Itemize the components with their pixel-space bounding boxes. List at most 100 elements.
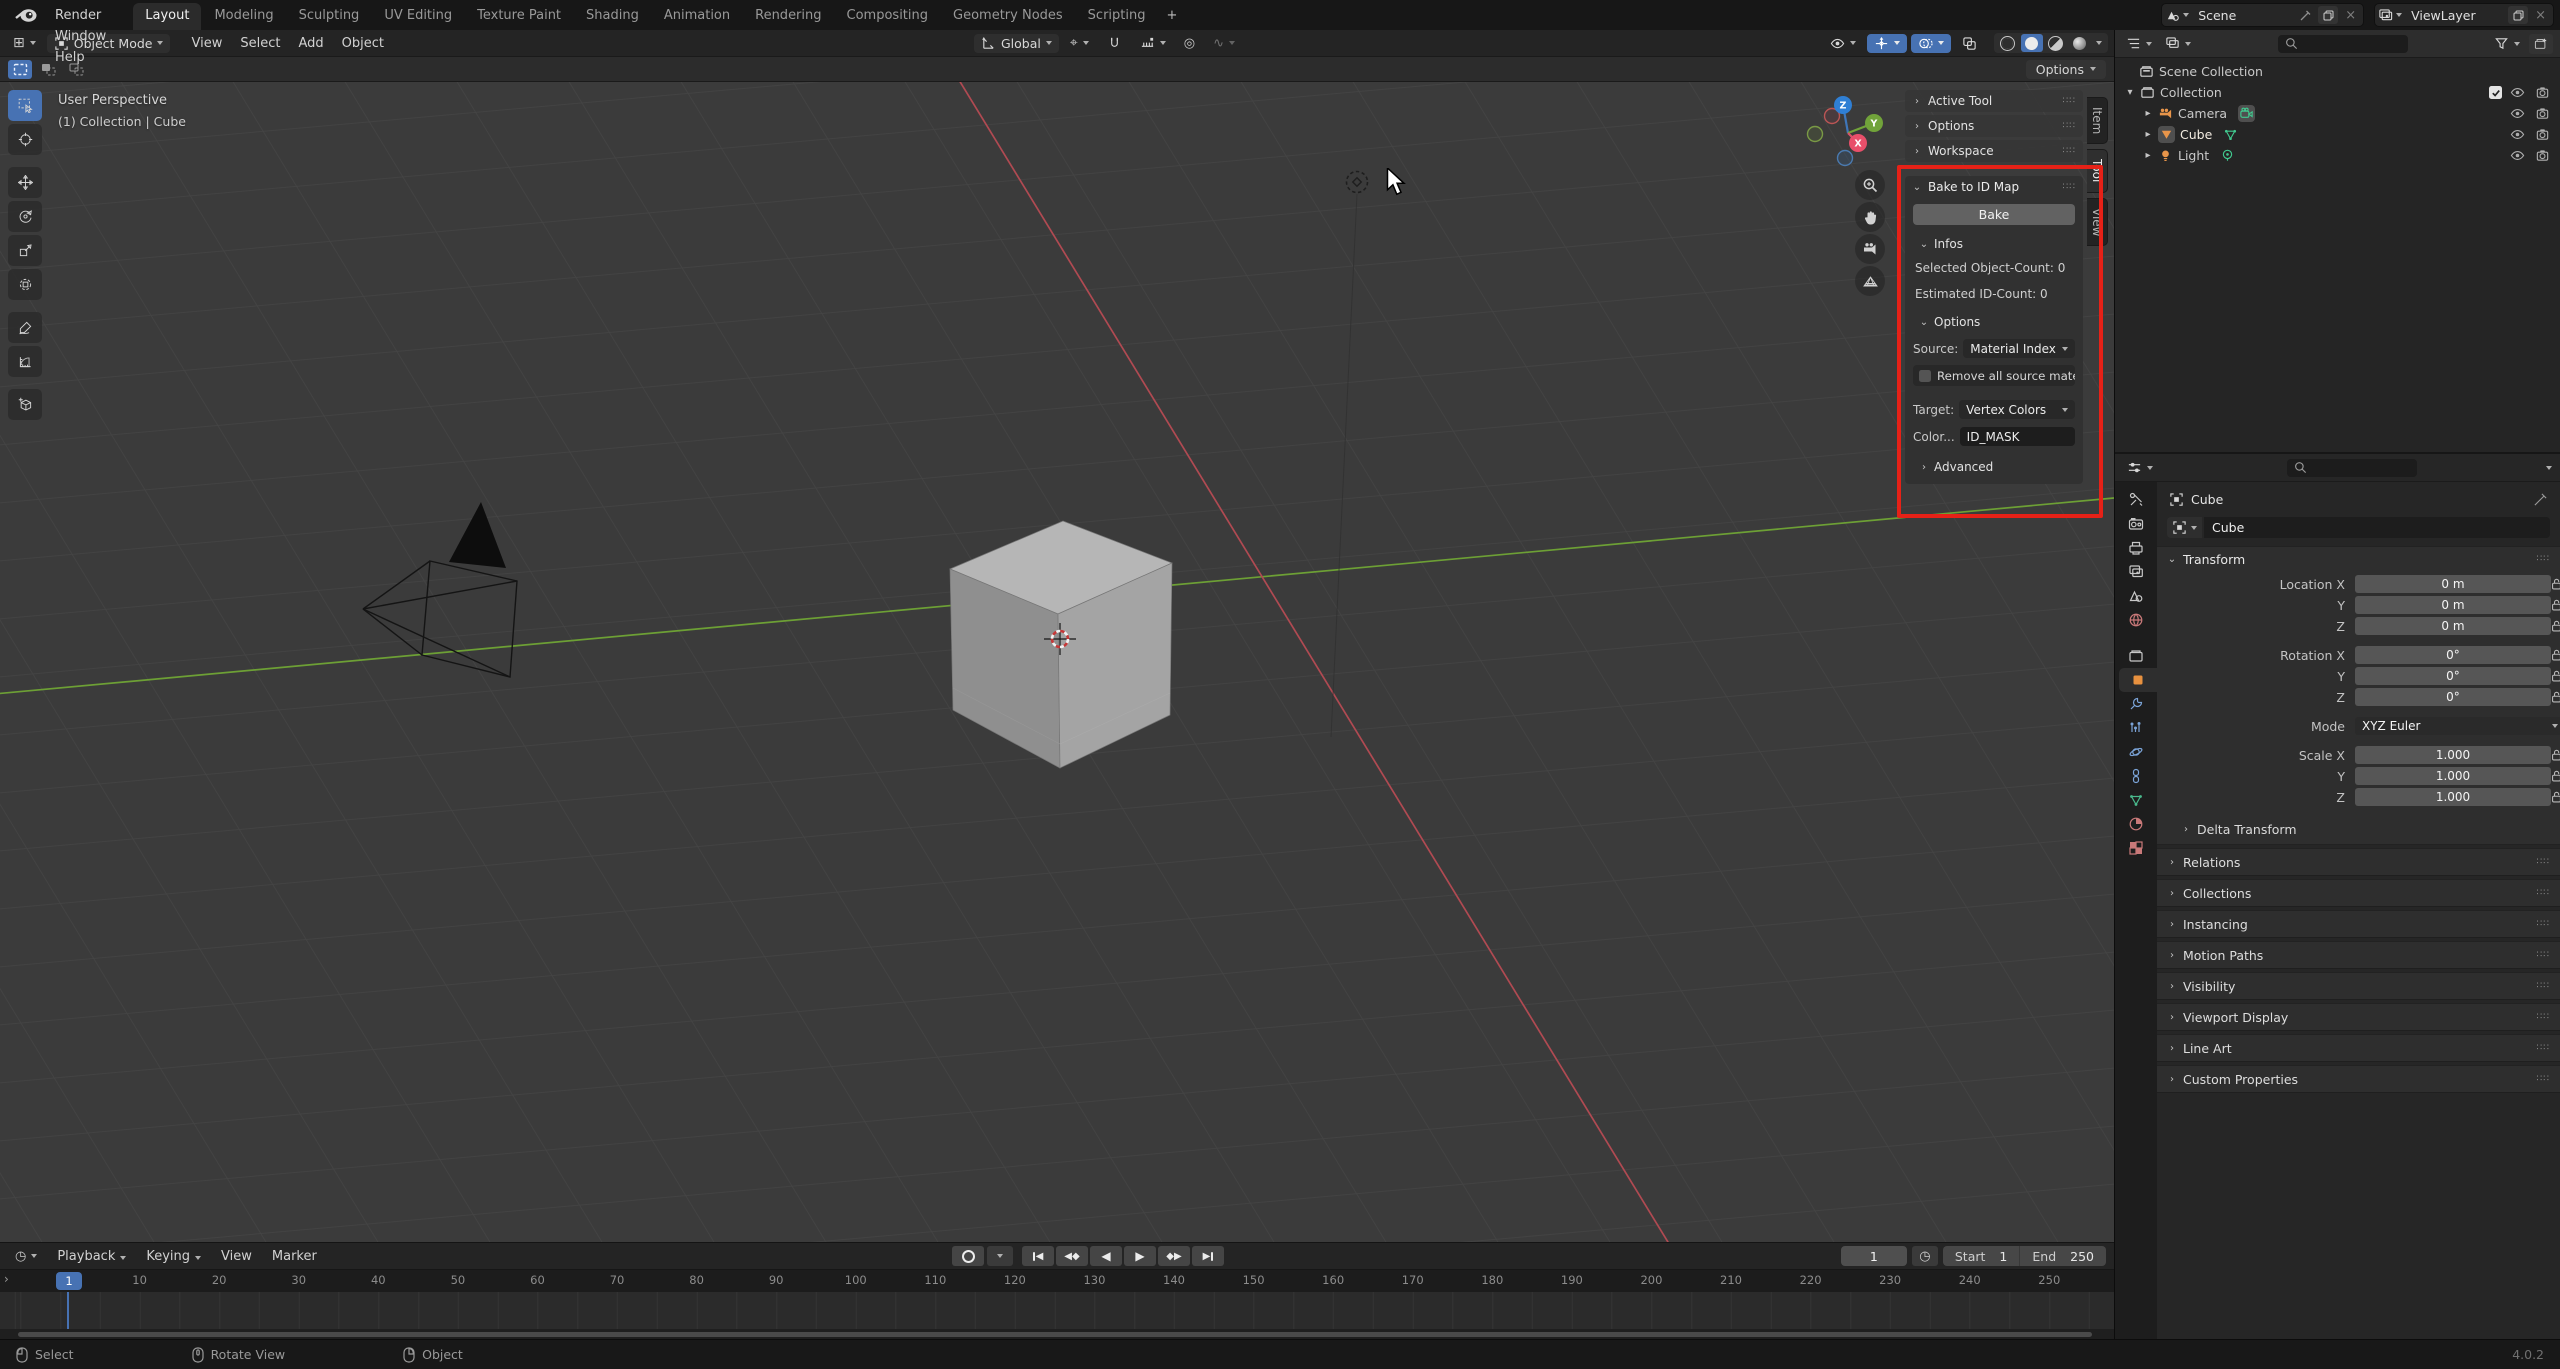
expand-icon[interactable]: ▸ bbox=[2143, 129, 2153, 140]
workspace-tab-layout[interactable]: Layout bbox=[133, 3, 202, 30]
drag-grip-icon[interactable] bbox=[2063, 146, 2076, 156]
annotate-tool-button[interactable] bbox=[8, 312, 42, 343]
sidebar-tab-view[interactable]: View bbox=[2087, 197, 2108, 247]
lock-icon[interactable] bbox=[2551, 749, 2560, 761]
tool-options-dropdown[interactable]: Options bbox=[2025, 59, 2106, 79]
view-layer-selector[interactable]: ViewLayer × bbox=[2374, 3, 2554, 27]
axis-neg-y-ball[interactable] bbox=[1806, 125, 1824, 143]
cube-object[interactable] bbox=[949, 520, 1173, 769]
timeline-menu-playback[interactable]: Playback bbox=[48, 1246, 135, 1267]
timeline-menu-keying[interactable]: Keying bbox=[137, 1246, 210, 1267]
section-instancing[interactable]: › Instancing bbox=[2157, 910, 2560, 938]
timeline-scrollbar[interactable] bbox=[0, 1329, 2114, 1339]
workspace-tab-texture-paint[interactable]: Texture Paint bbox=[465, 3, 573, 30]
light-object[interactable] bbox=[1330, 170, 1369, 738]
transform-panel-header[interactable]: ⌄ Transform bbox=[2157, 547, 2560, 571]
drag-grip-icon[interactable] bbox=[2537, 888, 2550, 898]
drag-grip-icon[interactable] bbox=[2063, 96, 2076, 106]
lock-icon[interactable] bbox=[2551, 691, 2560, 703]
workspace-tab-shading[interactable]: Shading bbox=[574, 3, 651, 30]
viewport-menu-object[interactable]: Object bbox=[333, 33, 393, 54]
exclude-collection-checkbox[interactable] bbox=[2489, 86, 2502, 99]
remove-view-layer-icon[interactable]: × bbox=[2531, 8, 2550, 23]
measure-tool-button[interactable] bbox=[8, 346, 42, 377]
object-name-field[interactable]: Cube bbox=[2204, 517, 2550, 538]
menu-edit[interactable]: Edit bbox=[46, 0, 115, 5]
outliner-filter-dropdown[interactable] bbox=[2490, 34, 2524, 53]
outliner-item-label[interactable]: Collection bbox=[2160, 85, 2222, 100]
pin-scene-icon[interactable] bbox=[2295, 6, 2315, 24]
remove-source-materials-checkbox[interactable]: Remove all source mate... bbox=[1913, 365, 2075, 386]
hide-in-viewport-icon[interactable] bbox=[2507, 127, 2527, 142]
properties-search-input[interactable] bbox=[2286, 458, 2417, 477]
start-frame-field[interactable]: Start 1 bbox=[1943, 1246, 2020, 1266]
outliner-row-scene-collection[interactable]: Scene Collection bbox=[2115, 61, 2560, 82]
select-set-mode-button[interactable] bbox=[8, 59, 32, 79]
snap-toggle[interactable] bbox=[1100, 34, 1129, 53]
options-section-header[interactable]: ⌄ Options bbox=[1919, 315, 2083, 329]
jump-to-end-button[interactable]: ▶ bbox=[1192, 1246, 1224, 1266]
advanced-section-header[interactable]: › Advanced bbox=[1919, 460, 2083, 474]
disable-in-renders-icon[interactable] bbox=[2532, 106, 2552, 121]
next-keyframe-button[interactable]: ◆▶ bbox=[1158, 1246, 1190, 1266]
viewport-menu-add[interactable]: Add bbox=[289, 33, 332, 54]
outliner-item-label[interactable]: Camera bbox=[2178, 106, 2227, 121]
stopwatch-icon-button[interactable]: ◷ bbox=[1911, 1246, 1938, 1266]
xray-toggle[interactable] bbox=[1955, 34, 1984, 53]
proportional-editing-toggle[interactable]: ◎ bbox=[1177, 34, 1202, 53]
properties-tab-collection[interactable] bbox=[2115, 644, 2157, 668]
proportional-falloff-selector[interactable]: ∿ bbox=[1206, 34, 1242, 53]
blender-logo-icon[interactable] bbox=[8, 8, 44, 23]
pin-id-icon[interactable] bbox=[2533, 492, 2548, 507]
value-field[interactable]: 1.000 bbox=[2355, 788, 2551, 806]
properties-tab-tool[interactable] bbox=[2115, 488, 2157, 512]
navigation-gizmo[interactable]: Z Y X bbox=[1806, 92, 1890, 176]
source-dropdown[interactable]: Material Index bbox=[1963, 339, 2075, 358]
hide-in-viewport-icon[interactable] bbox=[2507, 85, 2527, 100]
unlink-scene-icon[interactable]: × bbox=[2341, 8, 2360, 23]
workspace-tab-sculpting[interactable]: Sculpting bbox=[287, 3, 372, 30]
outliner-item-label[interactable]: Cube bbox=[2180, 127, 2212, 142]
workspace-tab-rendering[interactable]: Rendering bbox=[743, 3, 833, 30]
timeline-menu-marker[interactable]: Marker bbox=[263, 1246, 326, 1267]
workspace-tab-animation[interactable]: Animation bbox=[652, 3, 742, 30]
panel-active-tool[interactable]: › Active Tool bbox=[1905, 90, 2083, 112]
outliner-filter-mode-button[interactable] bbox=[2161, 34, 2195, 53]
timeline-ruler[interactable]: › 1 10 20 30 40 50 60 70 80 90 100 110 120 130 140 150… bbox=[0, 1269, 2114, 1292]
menu-help[interactable]: Help bbox=[46, 47, 115, 68]
visibility-filter-dropdown[interactable] bbox=[1823, 34, 1863, 53]
id-type-selector[interactable] bbox=[2167, 517, 2202, 538]
outliner-row-camera[interactable]: ▸ Camera bbox=[2115, 103, 2560, 124]
outliner-search-input[interactable] bbox=[2277, 34, 2408, 53]
properties-tab-particles[interactable] bbox=[2115, 716, 2157, 740]
section-viewport-display[interactable]: › Viewport Display bbox=[2157, 1003, 2560, 1031]
viewport-canvas[interactable]: User Perspective (1) Collection | Cube Z… bbox=[0, 82, 2114, 1242]
outliner-row-cube[interactable]: ▸ Cube bbox=[2115, 124, 2560, 145]
new-collection-button[interactable] bbox=[2529, 33, 2553, 54]
value-field[interactable]: 1.000 bbox=[2355, 746, 2551, 764]
value-field[interactable]: 0 m bbox=[2355, 617, 2551, 635]
playhead-line[interactable] bbox=[67, 1292, 69, 1329]
scene-selector[interactable]: Scene × bbox=[2161, 3, 2365, 27]
drag-grip-icon[interactable] bbox=[2537, 981, 2550, 991]
panel-workspace[interactable]: › Workspace bbox=[1905, 140, 2083, 162]
expand-icon[interactable]: ▸ bbox=[2143, 150, 2153, 161]
previous-keyframe-button[interactable]: ◀◆ bbox=[1056, 1246, 1088, 1266]
lock-icon[interactable] bbox=[2551, 670, 2560, 682]
workspace-tab-modeling[interactable]: Modeling bbox=[202, 3, 285, 30]
viewport-menu-select[interactable]: Select bbox=[231, 33, 289, 54]
camera-object[interactable] bbox=[362, 502, 518, 678]
current-frame-field[interactable]: 1 bbox=[1840, 1246, 1907, 1266]
value-field[interactable]: 0 m bbox=[2355, 575, 2551, 593]
properties-tab-modifiers[interactable] bbox=[2115, 692, 2157, 716]
expand-icon[interactable]: ▾ bbox=[2125, 87, 2135, 98]
lock-icon[interactable] bbox=[2551, 620, 2560, 632]
overlays-toggle[interactable] bbox=[1910, 33, 1951, 53]
properties-editor-type-button[interactable] bbox=[2123, 458, 2157, 477]
editor-type-button[interactable]: ⊞ bbox=[6, 33, 43, 53]
hide-in-viewport-icon[interactable] bbox=[2507, 106, 2527, 121]
value-field[interactable]: 0° bbox=[2355, 646, 2551, 664]
section-custom-properties[interactable]: › Custom Properties bbox=[2157, 1065, 2560, 1093]
play-reverse-button[interactable]: ◀ bbox=[1090, 1246, 1122, 1266]
properties-tab-render[interactable] bbox=[2115, 512, 2157, 536]
